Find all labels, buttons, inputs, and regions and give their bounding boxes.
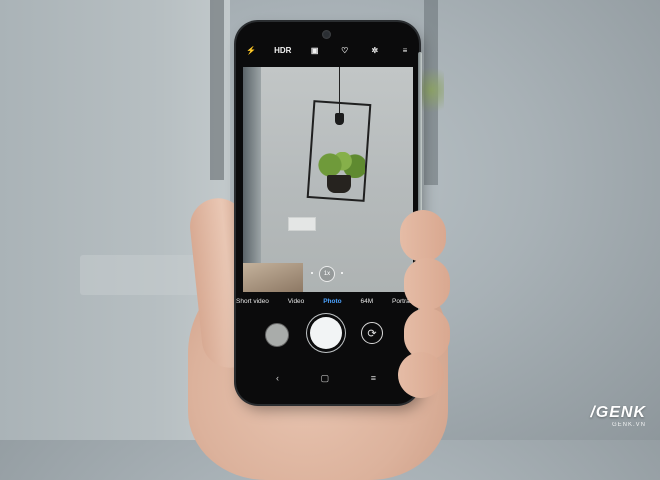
front-camera-hole — [322, 30, 331, 39]
zoom-dot — [341, 272, 343, 274]
camera-top-bar: ⚡ HDR ▣ ♡ ✲ ≡ — [244, 42, 412, 58]
menu-icon[interactable]: ≡ — [398, 43, 412, 57]
watermark-site: GENK.VN — [611, 422, 646, 428]
back-icon[interactable]: ‹ — [276, 373, 279, 383]
home-icon[interactable]: ▢ — [321, 373, 330, 384]
zoom-button[interactable]: 1x — [319, 266, 335, 282]
camera-mode-selector: Short video Video Photo 64M Portrait — [236, 294, 419, 308]
watermark-brand: /GENK — [590, 404, 646, 421]
scene-light-switch — [288, 217, 316, 231]
hand-finger — [398, 352, 444, 398]
gallery-thumbnail[interactable] — [265, 323, 289, 347]
hdr-button[interactable]: HDR — [274, 43, 291, 57]
camera-controls: ⟳ — [236, 317, 419, 351]
hand-finger — [404, 258, 450, 310]
system-navigation-bar: ‹ ▢ ≡ — [276, 372, 376, 384]
filters-icon[interactable]: ✲ — [368, 43, 382, 57]
ai-icon[interactable]: ▣ — [308, 43, 322, 57]
scene-plant-pot — [327, 175, 351, 193]
background-frame — [210, 0, 224, 180]
scene-floor — [243, 263, 303, 292]
mode-photo[interactable]: Photo — [323, 298, 341, 305]
shutter-button[interactable] — [310, 317, 342, 349]
camera-viewfinder[interactable]: 1x — [243, 67, 413, 292]
mode-short-video[interactable]: Short video — [236, 298, 269, 305]
mode-64m[interactable]: 64M — [361, 298, 374, 305]
switch-camera-icon[interactable]: ⟳ — [361, 322, 383, 344]
mode-video[interactable]: Video — [288, 298, 305, 305]
smartphone: ⚡ HDR ▣ ♡ ✲ ≡ 1x Short video Video Photo… — [236, 22, 422, 404]
flash-auto-icon[interactable]: ⚡ — [244, 43, 258, 57]
genk-watermark: /GENK GENK.VN — [590, 404, 646, 428]
beauty-icon[interactable]: ♡ — [338, 43, 352, 57]
recents-icon[interactable]: ≡ — [371, 373, 376, 383]
scene-wall-shadow — [243, 67, 261, 292]
zoom-dot — [311, 272, 313, 274]
hand-finger — [400, 210, 446, 262]
